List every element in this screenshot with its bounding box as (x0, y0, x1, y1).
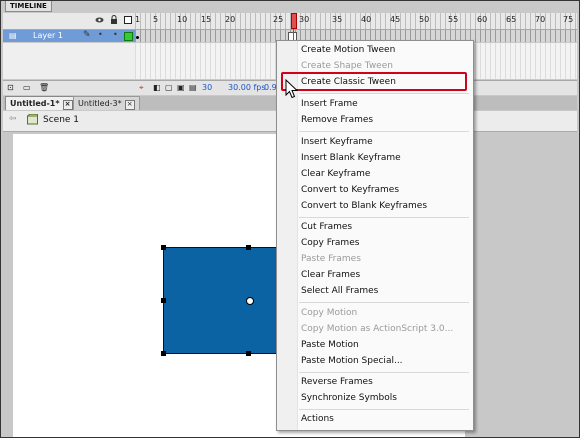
keyframe-dot[interactable] (136, 36, 139, 39)
menu-item-insert-frame[interactable]: Insert Frame (301, 98, 358, 110)
menu-separator (299, 217, 469, 218)
trash-icon[interactable]: 🗑 (39, 83, 49, 92)
menu-item-synchronize-symbols[interactable]: Synchronize Symbols (301, 392, 397, 404)
tab-label: Untitled-3* (78, 99, 122, 108)
transform-handle[interactable] (161, 245, 166, 250)
tab-untitled-1[interactable]: Untitled-1* × (5, 96, 78, 110)
onion-outline-icon[interactable]: ▢ (165, 83, 173, 92)
frame-number: 70 (535, 15, 546, 24)
transform-handle[interactable] (161, 351, 166, 356)
new-folder-icon[interactable]: ▭ (23, 83, 31, 92)
frame-number: 40 (361, 15, 372, 24)
frame-number: 75 (563, 15, 574, 24)
context-menu: Create Motion Tween Create Shape Tween C… (276, 40, 474, 431)
menu-item-paste-frames: Paste Frames (301, 254, 361, 264)
menu-item-create-motion-tween[interactable]: Create Motion Tween (301, 44, 395, 56)
menu-item-clear-keyframe[interactable]: Clear Keyframe (301, 168, 370, 180)
frame-number: 55 (448, 15, 459, 24)
frame-number: 5 (153, 15, 159, 24)
frame-number: 50 (419, 15, 430, 24)
frame-number: 10 (177, 15, 188, 24)
menu-item-copy-motion-as-actionscript: Copy Motion as ActionScript 3.0... (301, 324, 454, 334)
transform-handle[interactable] (246, 245, 251, 250)
onion-markers-icon[interactable]: ▤ (189, 83, 197, 92)
menu-separator (299, 372, 469, 373)
pencil-icon[interactable]: ✎ (83, 30, 91, 40)
new-layer-icon[interactable]: ⊡ (7, 83, 14, 92)
menu-item-paste-motion[interactable]: Paste Motion (301, 339, 359, 351)
edit-multiple-icon[interactable]: ▣ (177, 83, 185, 92)
frame-number: 60 (477, 15, 488, 24)
frame-number: 15 (201, 15, 212, 24)
menu-item-reverse-frames[interactable]: Reverse Frames (301, 376, 373, 388)
frame-number: 1 (135, 15, 141, 24)
layer-icon: ▤ (9, 31, 17, 40)
menu-item-convert-to-blank-keyframes[interactable]: Convert to Blank Keyframes (301, 200, 427, 212)
menu-gutter (277, 41, 298, 430)
tab-label: Untitled-1* (10, 99, 60, 108)
current-frame: 30 (202, 83, 213, 92)
eye-icon[interactable] (95, 16, 104, 24)
center-frame-icon[interactable]: ⌖ (139, 83, 144, 93)
onion-skin-icon[interactable]: ◧ (153, 83, 161, 92)
layer-name: Layer 1 (33, 31, 63, 40)
menu-item-cut-frames[interactable]: Cut Frames (301, 221, 352, 233)
menu-item-actions[interactable]: Actions (301, 413, 334, 425)
menu-item-copy-motion: Copy Motion (301, 308, 358, 318)
scene-label[interactable]: Scene 1 (43, 115, 79, 125)
menu-item-copy-frames[interactable]: Copy Frames (301, 237, 359, 249)
lock-dot[interactable]: • (113, 30, 118, 39)
frame-number: 20 (225, 15, 236, 24)
blue-rectangle-shape[interactable] (163, 247, 279, 354)
transform-center-point[interactable] (246, 297, 254, 305)
menu-item-convert-to-keyframes[interactable]: Convert to Keyframes (301, 184, 399, 196)
transform-handle[interactable] (246, 351, 251, 356)
close-icon[interactable]: × (124, 100, 135, 110)
timeline-tab[interactable]: TIMELINE (5, 1, 52, 12)
menu-separator (299, 409, 469, 410)
menu-item-clear-frames[interactable]: Clear Frames (301, 269, 360, 281)
lock-icon[interactable] (110, 15, 118, 25)
menu-separator (299, 302, 469, 303)
menu-item-paste-motion-special[interactable]: Paste Motion Special... (301, 355, 403, 367)
transform-handle[interactable] (161, 298, 166, 303)
back-arrow-icon[interactable]: ⇦ (9, 114, 17, 124)
frame-number: 65 (506, 15, 517, 24)
menu-item-remove-frames[interactable]: Remove Frames (301, 114, 373, 126)
frame-rate[interactable]: 30.00 fps (228, 83, 266, 92)
highlight-callout (281, 72, 467, 91)
layer-color-swatch[interactable] (124, 32, 133, 41)
menu-item-create-shape-tween: Create Shape Tween (301, 61, 393, 71)
playhead[interactable] (291, 13, 297, 29)
visibility-dot[interactable]: • (98, 30, 103, 39)
mouse-pointer-icon (285, 78, 299, 99)
scene-icon (27, 113, 38, 125)
menu-item-insert-keyframe[interactable]: Insert Keyframe (301, 136, 373, 148)
outline-icon[interactable] (124, 16, 132, 24)
tab-untitled-3[interactable]: Untitled-3* × (73, 96, 140, 110)
elapsed-time: 0.9 (264, 83, 277, 92)
flash-window: TIMELINE 1 5 10 15 20 25 30 35 40 45 50 … (0, 0, 580, 438)
menu-separator (299, 131, 469, 132)
frame-number: 35 (332, 15, 343, 24)
menu-separator (299, 93, 469, 94)
menu-item-select-all-frames[interactable]: Select All Frames (301, 285, 378, 297)
frame-number: 30 (299, 15, 310, 24)
menu-item-insert-blank-keyframe[interactable]: Insert Blank Keyframe (301, 152, 401, 164)
frame-ruler[interactable]: 1 5 10 15 20 25 30 35 40 45 50 55 60 65 … (135, 13, 577, 29)
frame-number: 25 (273, 15, 284, 24)
frame-number: 45 (390, 15, 401, 24)
layer-name-area[interactable]: ▤ Layer 1 ✎ • • (3, 30, 135, 42)
close-icon[interactable]: × (62, 100, 73, 110)
